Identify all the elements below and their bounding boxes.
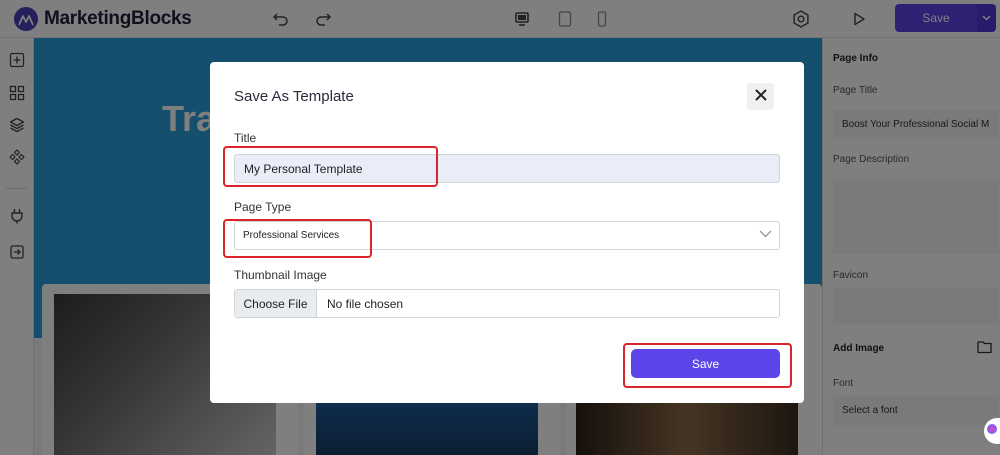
file-status-text: No file chosen xyxy=(327,296,404,311)
chat-icon xyxy=(986,422,998,440)
thumbnail-file-input[interactable]: Choose File No file chosen xyxy=(234,289,780,318)
save-template-modal: Save As Template Title My Personal Templ… xyxy=(210,62,804,403)
choose-file-button[interactable]: Choose File xyxy=(235,290,317,317)
highlight-save-button xyxy=(623,343,792,388)
close-icon xyxy=(754,88,767,106)
highlight-title-input xyxy=(223,146,438,187)
title-field-label: Title xyxy=(234,131,257,145)
highlight-page-type xyxy=(223,219,372,258)
modal-title: Save As Template xyxy=(234,88,354,105)
chevron-down-icon xyxy=(759,230,772,241)
close-button[interactable] xyxy=(747,83,774,110)
page-type-label: Page Type xyxy=(234,200,292,214)
thumbnail-label: Thumbnail Image xyxy=(234,268,327,282)
